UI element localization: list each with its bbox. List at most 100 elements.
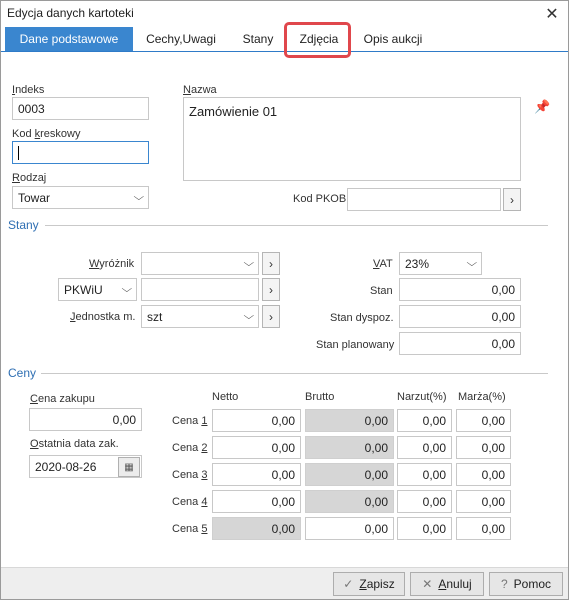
cena-2-netto[interactable]: 0,00 [212,436,301,459]
save-button[interactable]: ✓ Zapisz [333,572,405,596]
jednostka-select[interactable]: szt ⌵ [141,305,259,328]
pkob-lookup-button[interactable]: › [503,188,521,211]
jednostka-value: szt [147,309,163,324]
cena-1-narzut[interactable]: 0,00 [397,409,452,432]
tab-stany[interactable]: Stany [231,27,285,51]
help-label: Pomoc [513,577,552,591]
cancel-label: Anuluj [438,577,472,591]
tab-cechy-uwagi[interactable]: Cechy,Uwagi [137,27,225,51]
jednostka-label: Jednostka m. [70,311,136,323]
section-ceny-title: Ceny [8,366,37,380]
save-label: Zapisz [359,577,395,591]
check-icon: ✓ [343,577,354,591]
question-icon: ? [500,577,508,591]
stan-dyspoz-label: Stan dyspoz. [330,312,394,324]
cancel-button[interactable]: ✕ Anuluj [410,572,484,596]
cena-5-label: Cena 5 [172,523,208,535]
cena-4-brutto: 0,00 [305,490,394,513]
stan-field[interactable]: 0,00 [399,278,521,301]
close-button[interactable]: ✕ [539,2,565,26]
chevron-down-icon: ⌵ [243,311,255,322]
vat-select[interactable]: 23% ⌵ [399,252,482,275]
rodzaj-select[interactable]: Towar ⌵ [12,186,149,209]
tab-bar: Dane podstawowe Cechy,Uwagi Stany Zdjęci… [1,27,568,52]
cena-5-brutto[interactable]: 0,00 [305,517,394,540]
indeks-field[interactable]: 0003 [12,97,149,120]
cena-1-label: Cena 1 [172,415,208,427]
pkwiu-lookup-button[interactable]: › [262,278,280,301]
pkob-label: Kod PKOB [293,193,347,205]
stan-label: Stan [370,285,393,297]
chevron-right-icon: › [269,309,273,324]
indeks-label: Indeks [12,84,45,96]
kod-kreskowy-label: Kod kreskowy [12,128,81,140]
nazwa-field[interactable]: Zamówienie 01 [183,97,521,181]
cena-5-narzut[interactable]: 0,00 [397,517,452,540]
button-bar: ✓ Zapisz ✕ Anuluj ? Pomoc [1,567,568,599]
chevron-right-icon: › [269,282,273,297]
window-title: Edycja danych kartoteki [7,6,134,20]
wyroznik-label: Wyróżnik [89,258,135,270]
calendar-button[interactable]: ▦ [118,457,140,477]
chevron-right-icon: › [269,256,273,271]
cena-2-marza[interactable]: 0,00 [456,436,511,459]
vat-label: VAT [373,258,393,270]
tab-dane-podstawowe[interactable]: Dane podstawowe [5,27,133,51]
cena-2-label: Cena 2 [172,442,208,454]
cena-zakupu-field[interactable]: 0,00 [29,408,142,431]
cena-3-netto[interactable]: 0,00 [212,463,301,486]
cena-4-marza[interactable]: 0,00 [456,490,511,513]
cena-3-marza[interactable]: 0,00 [456,463,511,486]
pkob-field[interactable] [347,188,501,211]
title-bar: Edycja danych kartoteki ✕ [1,1,568,27]
cena-4-label: Cena 4 [172,496,208,508]
tab-opis-aukcji[interactable]: Opis aukcji [353,27,433,51]
pkwiu-type-select[interactable]: PKWiU ⌵ [58,278,137,301]
col-netto: Netto [212,391,239,403]
cena-4-netto[interactable]: 0,00 [212,490,301,513]
stan-dyspoz-field[interactable]: 0,00 [399,305,521,328]
dialog-window: Edycja danych kartoteki ✕ Dane podstawow… [0,0,569,600]
chevron-down-icon: ⌵ [121,284,133,295]
calendar-icon: ▦ [124,461,134,473]
chevron-down-icon: ⌵ [243,258,255,269]
tab-zdjecia[interactable]: Zdjęcia [289,27,349,51]
cena-zakupu-label: Cena zakupu [30,393,95,405]
stan-planowany-label: Stan planowany [316,339,395,351]
cena-3-narzut[interactable]: 0,00 [397,463,452,486]
vat-value: 23% [405,256,430,271]
chevron-right-icon: › [510,192,514,207]
cena-3-label: Cena 3 [172,469,208,481]
col-narzut: Narzut(%) [397,391,447,403]
cena-5-netto: 0,00 [212,517,301,540]
rodzaj-value: Towar [18,190,51,205]
chevron-down-icon: ⌵ [466,258,478,269]
wyroznik-select[interactable]: ⌵ [141,252,259,275]
section-ceny-divider [41,373,548,374]
cena-1-netto[interactable]: 0,00 [212,409,301,432]
cena-3-brutto: 0,00 [305,463,394,486]
close-icon: ✕ [545,6,559,23]
cena-4-narzut[interactable]: 0,00 [397,490,452,513]
cena-2-brutto: 0,00 [305,436,394,459]
col-brutto: Brutto [305,391,335,403]
ostatnia-data-label: Ostatnia data zak. [30,438,119,450]
wyroznik-lookup-button[interactable]: › [262,252,280,275]
jednostka-lookup-button[interactable]: › [262,305,280,328]
nazwa-label: Nazwa [183,84,217,96]
cena-2-narzut[interactable]: 0,00 [397,436,452,459]
chevron-down-icon: ⌵ [133,192,145,203]
kod-kreskowy-field[interactable] [12,141,149,164]
x-icon: ✕ [422,577,433,591]
pkwiu-field[interactable] [141,278,259,301]
stan-planowany-field[interactable]: 0,00 [399,332,521,355]
ostatnia-data-value: 2020-08-26 [35,459,97,474]
pkwiu-type-value: PKWiU [64,282,103,297]
cena-5-marza[interactable]: 0,00 [456,517,511,540]
cena-1-brutto: 0,00 [305,409,394,432]
section-stany-title: Stany [8,218,39,232]
section-stany-divider [45,225,548,226]
pin-icon[interactable]: 📌 [534,99,550,115]
cena-1-marza[interactable]: 0,00 [456,409,511,432]
help-button[interactable]: ? Pomoc [489,572,563,596]
